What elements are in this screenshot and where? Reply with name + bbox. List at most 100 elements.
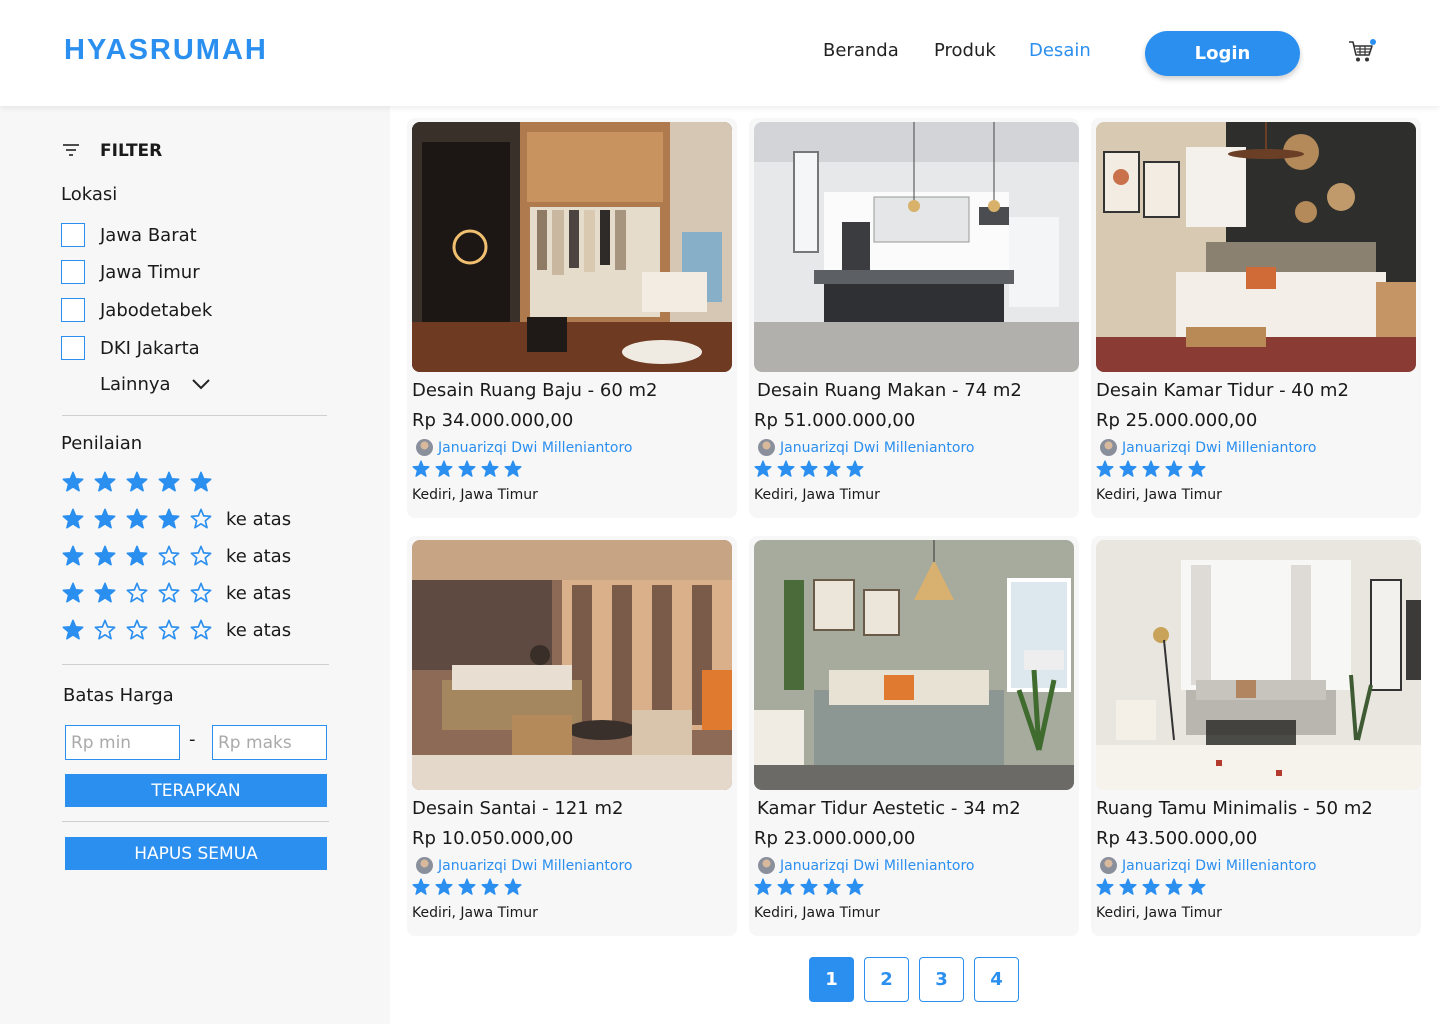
- product-card[interactable]: Kamar Tidur Aestetic - 34 m2 Rp 23.000.0…: [749, 536, 1079, 936]
- rating-label: ke atas: [226, 545, 292, 567]
- location-option-jawa-barat[interactable]: Jawa Barat: [61, 223, 197, 247]
- nav-beranda[interactable]: Beranda: [823, 40, 899, 61]
- filter-sidebar: FILTER Lokasi Jawa Barat Jawa Timur Jabo…: [0, 106, 390, 1024]
- star-filled-icon: [754, 460, 772, 478]
- rating-filter-1[interactable]: ke atas: [62, 619, 291, 641]
- rating-label: ke atas: [226, 619, 292, 641]
- nav-desain[interactable]: Desain: [1029, 40, 1091, 61]
- product-rating: [1096, 460, 1206, 478]
- rating-filter-2[interactable]: ke atas: [62, 582, 291, 604]
- product-title[interactable]: Desain Ruang Makan - 74 m2: [757, 380, 1022, 401]
- star-filled-icon: [1096, 878, 1114, 896]
- star-filled-icon: [846, 878, 864, 896]
- star-outline-icon: [158, 582, 185, 604]
- product-author[interactable]: Januarizqi Dwi Milleniantoro: [416, 439, 632, 456]
- divider: [62, 415, 327, 416]
- product-rating: [412, 878, 522, 896]
- product-card[interactable]: Desain Ruang Baju - 60 m2 Rp 34.000.000,…: [407, 118, 737, 518]
- checkbox[interactable]: [61, 298, 85, 322]
- clear-all-button[interactable]: HAPUS SEMUA: [65, 837, 327, 870]
- star-filled-icon: [62, 545, 89, 567]
- product-author[interactable]: Januarizqi Dwi Milleniantoro: [758, 857, 974, 874]
- product-card[interactable]: Desain Santai - 121 m2 Rp 10.050.000,00 …: [407, 536, 737, 936]
- page-button-2[interactable]: 2: [864, 957, 909, 1002]
- filter-icon[interactable]: [62, 142, 80, 161]
- product-location: Kediri, Jawa Timur: [1096, 905, 1222, 921]
- location-option-dki-jakarta[interactable]: DKI Jakarta: [61, 336, 200, 360]
- product-image-dining-kitchen[interactable]: [754, 122, 1079, 372]
- product-image-lounge[interactable]: [412, 540, 732, 790]
- product-rating: [1096, 878, 1206, 896]
- checkbox[interactable]: [61, 336, 85, 360]
- product-image-plant-bedroom[interactable]: [754, 540, 1074, 790]
- star-filled-icon: [1142, 460, 1160, 478]
- star-filled-icon: [412, 460, 430, 478]
- star-filled-icon: [504, 878, 522, 896]
- product-price: Rp 25.000.000,00: [1096, 410, 1258, 431]
- page-button-4[interactable]: 4: [974, 957, 1019, 1002]
- star-filled-icon: [62, 508, 89, 530]
- nav-produk[interactable]: Produk: [934, 40, 996, 61]
- product-card[interactable]: Desain Ruang Makan - 74 m2 Rp 51.000.000…: [749, 118, 1079, 518]
- product-author[interactable]: Januarizqi Dwi Milleniantoro: [416, 857, 632, 874]
- star-filled-icon: [126, 471, 153, 493]
- product-author[interactable]: Januarizqi Dwi Milleniantoro: [758, 439, 974, 456]
- author-name: Januarizqi Dwi Milleniantoro: [1122, 439, 1317, 456]
- product-price: Rp 51.000.000,00: [754, 410, 916, 431]
- price-max-input[interactable]: [212, 725, 327, 760]
- star-filled-icon: [1096, 460, 1114, 478]
- rating-filter-5[interactable]: [62, 471, 222, 493]
- apply-filter-button[interactable]: TERAPKAN: [65, 774, 327, 807]
- price-min-input[interactable]: [65, 725, 180, 760]
- product-rating: [412, 460, 522, 478]
- cart-notification-dot: [1370, 39, 1376, 45]
- product-card[interactable]: Desain Kamar Tidur - 40 m2 Rp 25.000.000…: [1091, 118, 1421, 518]
- page-button-3[interactable]: 3: [919, 957, 964, 1002]
- author-name: Januarizqi Dwi Milleniantoro: [780, 857, 975, 874]
- product-author[interactable]: Januarizqi Dwi Milleniantoro: [1100, 857, 1316, 874]
- divider: [62, 664, 329, 665]
- login-button[interactable]: Login: [1145, 31, 1300, 76]
- price-title: Batas Harga: [63, 685, 174, 706]
- product-image-living-room[interactable]: [1096, 540, 1421, 790]
- avatar: [1100, 857, 1117, 874]
- product-title[interactable]: Desain Santai - 121 m2: [412, 798, 623, 819]
- divider: [62, 821, 329, 822]
- location-option-jabodetabek[interactable]: Jabodetabek: [61, 298, 212, 322]
- rating-label: ke atas: [226, 508, 292, 530]
- star-filled-icon: [1119, 878, 1137, 896]
- product-title[interactable]: Desain Ruang Baju - 60 m2: [412, 380, 658, 401]
- author-name: Januarizqi Dwi Milleniantoro: [438, 439, 633, 456]
- star-outline-icon: [190, 619, 217, 641]
- top-navbar: HYASRUMAH Beranda Produk Desain Login: [0, 0, 1440, 106]
- avatar: [416, 439, 433, 456]
- price-separator: -: [189, 729, 196, 750]
- product-title[interactable]: Ruang Tamu Minimalis - 50 m2: [1096, 798, 1373, 819]
- page-button-1[interactable]: 1: [809, 957, 854, 1002]
- checkbox[interactable]: [61, 223, 85, 247]
- checkbox[interactable]: [61, 260, 85, 284]
- product-author[interactable]: Januarizqi Dwi Milleniantoro: [1100, 439, 1316, 456]
- star-outline-icon: [158, 545, 185, 567]
- location-option-jawa-timur[interactable]: Jawa Timur: [61, 260, 200, 284]
- product-title[interactable]: Kamar Tidur Aestetic - 34 m2: [757, 798, 1021, 819]
- rating-filter-4[interactable]: ke atas: [62, 508, 291, 530]
- location-more-toggle[interactable]: Lainnya: [100, 374, 211, 395]
- brand-logo[interactable]: HYASRUMAH: [64, 34, 268, 67]
- star-outline-icon: [158, 619, 185, 641]
- star-filled-icon: [158, 471, 185, 493]
- location-title: Lokasi: [61, 184, 118, 205]
- star-filled-icon: [126, 508, 153, 530]
- cart-icon[interactable]: [1348, 38, 1376, 64]
- product-card[interactable]: Ruang Tamu Minimalis - 50 m2 Rp 43.500.0…: [1091, 536, 1421, 936]
- avatar: [758, 439, 775, 456]
- star-filled-icon: [777, 878, 795, 896]
- product-image-walk-in-closet[interactable]: [412, 122, 732, 372]
- product-title[interactable]: Desain Kamar Tidur - 40 m2: [1096, 380, 1349, 401]
- rating-filter-3[interactable]: ke atas: [62, 545, 291, 567]
- author-name: Januarizqi Dwi Milleniantoro: [1122, 857, 1317, 874]
- product-image-boho-bedroom[interactable]: [1096, 122, 1416, 372]
- star-filled-icon: [800, 878, 818, 896]
- star-filled-icon: [823, 460, 841, 478]
- rating-label: ke atas: [226, 582, 292, 604]
